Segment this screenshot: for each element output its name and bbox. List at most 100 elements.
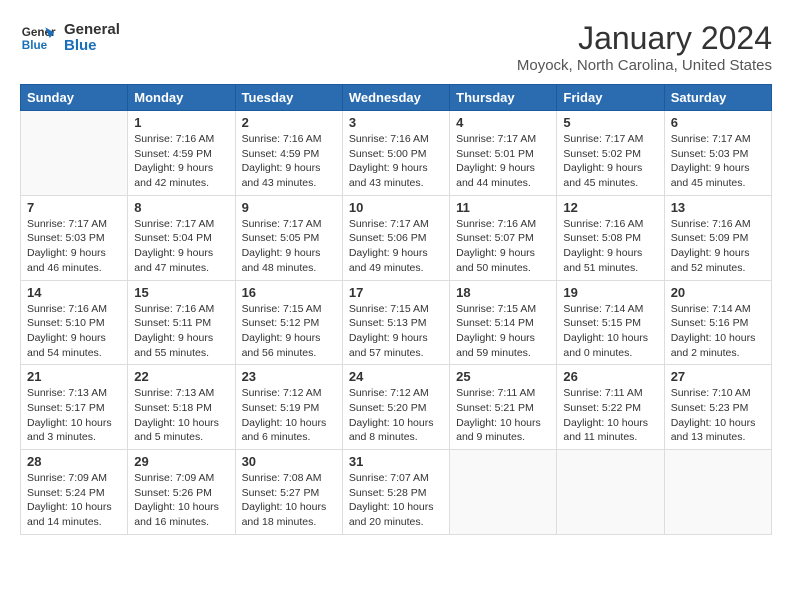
calendar-cell: 15 Sunrise: 7:16 AM Sunset: 5:11 PM Dayli… xyxy=(128,280,235,365)
day-info: Sunrise: 7:16 AM Sunset: 5:08 PM Dayligh… xyxy=(563,217,657,276)
day-info: Sunrise: 7:17 AM Sunset: 5:04 PM Dayligh… xyxy=(134,217,228,276)
calendar-cell xyxy=(450,450,557,535)
day-info: Sunrise: 7:16 AM Sunset: 4:59 PM Dayligh… xyxy=(242,132,336,191)
calendar-cell: 26Sunrise: 7:11 AM Sunset: 5:22 PM Dayli… xyxy=(557,365,664,450)
day-number: 29 xyxy=(134,454,228,469)
logo-text-blue: Blue xyxy=(64,38,120,55)
day-info: Sunrise: 7:17 AM Sunset: 5:02 PM Dayligh… xyxy=(563,132,657,191)
day-number: 4 xyxy=(456,115,550,130)
col-header-monday: Monday xyxy=(128,85,235,111)
day-number: 28 xyxy=(27,454,121,469)
day-info: Sunrise: 7:17 AM Sunset: 5:01 PM Dayligh… xyxy=(456,132,550,191)
day-number: 22 xyxy=(134,369,228,384)
logo: General Blue General Blue xyxy=(20,20,120,56)
location-title: Moyock, North Carolina, United States xyxy=(517,57,772,74)
calendar-cell: 29Sunrise: 7:09 AM Sunset: 5:26 PM Dayli… xyxy=(128,450,235,535)
day-info: Sunrise: 7:09 AM Sunset: 5:24 PM Dayligh… xyxy=(27,471,121,530)
month-title: January 2024 xyxy=(517,20,772,57)
day-info: Sunrise: 7:12 AM Sunset: 5:20 PM Dayligh… xyxy=(349,386,443,445)
calendar-cell: 5Sunrise: 7:17 AM Sunset: 5:02 PM Daylig… xyxy=(557,111,664,196)
day-info: Sunrise: 7:17 AM Sunset: 5:05 PM Dayligh… xyxy=(242,217,336,276)
day-info: Sunrise: 7:17 AM Sunset: 5:06 PM Dayligh… xyxy=(349,217,443,276)
day-number: 31 xyxy=(349,454,443,469)
page-header: General Blue General Blue January 2024 M… xyxy=(20,20,772,74)
day-info: Sunrise: 7:15 AM Sunset: 5:13 PM Dayligh… xyxy=(349,302,443,361)
day-info: Sunrise: 7:16 AM Sunset: 5:11 PM Dayligh… xyxy=(134,302,228,361)
calendar-cell: 22Sunrise: 7:13 AM Sunset: 5:18 PM Dayli… xyxy=(128,365,235,450)
day-info: Sunrise: 7:11 AM Sunset: 5:21 PM Dayligh… xyxy=(456,386,550,445)
calendar-cell xyxy=(21,111,128,196)
col-header-saturday: Saturday xyxy=(664,85,771,111)
col-header-wednesday: Wednesday xyxy=(342,85,449,111)
calendar-cell: 16Sunrise: 7:15 AM Sunset: 5:12 PM Dayli… xyxy=(235,280,342,365)
calendar-cell: 27 Sunrise: 7:10 AM Sunset: 5:23 PM Dayli… xyxy=(664,365,771,450)
day-number: 15 xyxy=(134,285,228,300)
day-number: 13 xyxy=(671,200,765,215)
day-number: 12 xyxy=(563,200,657,215)
title-block: January 2024 Moyock, North Carolina, Uni… xyxy=(517,20,772,74)
calendar-cell: 19 Sunrise: 7:14 AM Sunset: 5:15 PM Dayli… xyxy=(557,280,664,365)
day-number: 18 xyxy=(456,285,550,300)
day-info: Sunrise: 7:14 AM Sunset: 5:16 PM Dayligh… xyxy=(671,302,765,361)
calendar-cell: 24 Sunrise: 7:12 AM Sunset: 5:20 PM Dayli… xyxy=(342,365,449,450)
day-number: 26 xyxy=(563,369,657,384)
calendar-cell: 3 Sunrise: 7:16 AM Sunset: 5:00 PM Daylig… xyxy=(342,111,449,196)
day-number: 11 xyxy=(456,200,550,215)
calendar-cell: 28 Sunrise: 7:09 AM Sunset: 5:24 PM Dayli… xyxy=(21,450,128,535)
week-row-1: 1 Sunrise: 7:16 AM Sunset: 4:59 PM Daylig… xyxy=(21,111,772,196)
calendar-cell: 8 Sunrise: 7:17 AM Sunset: 5:04 PM Daylig… xyxy=(128,195,235,280)
day-info: Sunrise: 7:16 AM Sunset: 5:07 PM Dayligh… xyxy=(456,217,550,276)
day-info: Sunrise: 7:13 AM Sunset: 5:17 PM Dayligh… xyxy=(27,386,121,445)
calendar-cell: 14 Sunrise: 7:16 AM Sunset: 5:10 PM Dayli… xyxy=(21,280,128,365)
day-info: Sunrise: 7:14 AM Sunset: 5:15 PM Dayligh… xyxy=(563,302,657,361)
day-number: 24 xyxy=(349,369,443,384)
day-number: 20 xyxy=(671,285,765,300)
calendar-cell: 21 Sunrise: 7:13 AM Sunset: 5:17 PM Dayli… xyxy=(21,365,128,450)
day-number: 21 xyxy=(27,369,121,384)
calendar-cell: 7 Sunrise: 7:17 AM Sunset: 5:03 PM Daylig… xyxy=(21,195,128,280)
day-number: 30 xyxy=(242,454,336,469)
day-info: Sunrise: 7:17 AM Sunset: 5:03 PM Dayligh… xyxy=(27,217,121,276)
calendar-cell: 30 Sunrise: 7:08 AM Sunset: 5:27 PM Dayli… xyxy=(235,450,342,535)
calendar-cell: 20 Sunrise: 7:14 AM Sunset: 5:16 PM Dayli… xyxy=(664,280,771,365)
day-number: 10 xyxy=(349,200,443,215)
day-number: 2 xyxy=(242,115,336,130)
day-info: Sunrise: 7:16 AM Sunset: 5:00 PM Dayligh… xyxy=(349,132,443,191)
day-info: Sunrise: 7:08 AM Sunset: 5:27 PM Dayligh… xyxy=(242,471,336,530)
logo-icon: General Blue xyxy=(20,20,56,56)
day-number: 27 xyxy=(671,369,765,384)
day-number: 6 xyxy=(671,115,765,130)
calendar-cell: 31Sunrise: 7:07 AM Sunset: 5:28 PM Dayli… xyxy=(342,450,449,535)
week-row-4: 21 Sunrise: 7:13 AM Sunset: 5:17 PM Dayli… xyxy=(21,365,772,450)
day-number: 8 xyxy=(134,200,228,215)
calendar-cell: 4 Sunrise: 7:17 AM Sunset: 5:01 PM Daylig… xyxy=(450,111,557,196)
calendar-cell: 2 Sunrise: 7:16 AM Sunset: 4:59 PM Daylig… xyxy=(235,111,342,196)
week-row-3: 14 Sunrise: 7:16 AM Sunset: 5:10 PM Dayli… xyxy=(21,280,772,365)
day-number: 19 xyxy=(563,285,657,300)
day-number: 25 xyxy=(456,369,550,384)
svg-text:Blue: Blue xyxy=(22,39,48,52)
day-number: 17 xyxy=(349,285,443,300)
calendar-cell: 25 Sunrise: 7:11 AM Sunset: 5:21 PM Dayli… xyxy=(450,365,557,450)
day-number: 1 xyxy=(134,115,228,130)
day-number: 7 xyxy=(27,200,121,215)
day-info: Sunrise: 7:10 AM Sunset: 5:23 PM Dayligh… xyxy=(671,386,765,445)
calendar-cell: 11 Sunrise: 7:16 AM Sunset: 5:07 PM Dayli… xyxy=(450,195,557,280)
day-info: Sunrise: 7:16 AM Sunset: 5:10 PM Dayligh… xyxy=(27,302,121,361)
day-info: Sunrise: 7:16 AM Sunset: 4:59 PM Dayligh… xyxy=(134,132,228,191)
calendar-cell: 12 Sunrise: 7:16 AM Sunset: 5:08 PM Dayli… xyxy=(557,195,664,280)
col-header-friday: Friday xyxy=(557,85,664,111)
day-number: 9 xyxy=(242,200,336,215)
calendar-cell: 1 Sunrise: 7:16 AM Sunset: 4:59 PM Daylig… xyxy=(128,111,235,196)
calendar-cell: 6Sunrise: 7:17 AM Sunset: 5:03 PM Daylig… xyxy=(664,111,771,196)
calendar-table: SundayMondayTuesdayWednesdayThursdayFrid… xyxy=(20,84,772,535)
day-info: Sunrise: 7:16 AM Sunset: 5:09 PM Dayligh… xyxy=(671,217,765,276)
calendar-cell: 18Sunrise: 7:15 AM Sunset: 5:14 PM Dayli… xyxy=(450,280,557,365)
col-header-thursday: Thursday xyxy=(450,85,557,111)
calendar-cell: 23Sunrise: 7:12 AM Sunset: 5:19 PM Dayli… xyxy=(235,365,342,450)
logo-text-general: General xyxy=(64,22,120,39)
day-number: 23 xyxy=(242,369,336,384)
day-number: 14 xyxy=(27,285,121,300)
calendar-header-row: SundayMondayTuesdayWednesdayThursdayFrid… xyxy=(21,85,772,111)
day-number: 3 xyxy=(349,115,443,130)
